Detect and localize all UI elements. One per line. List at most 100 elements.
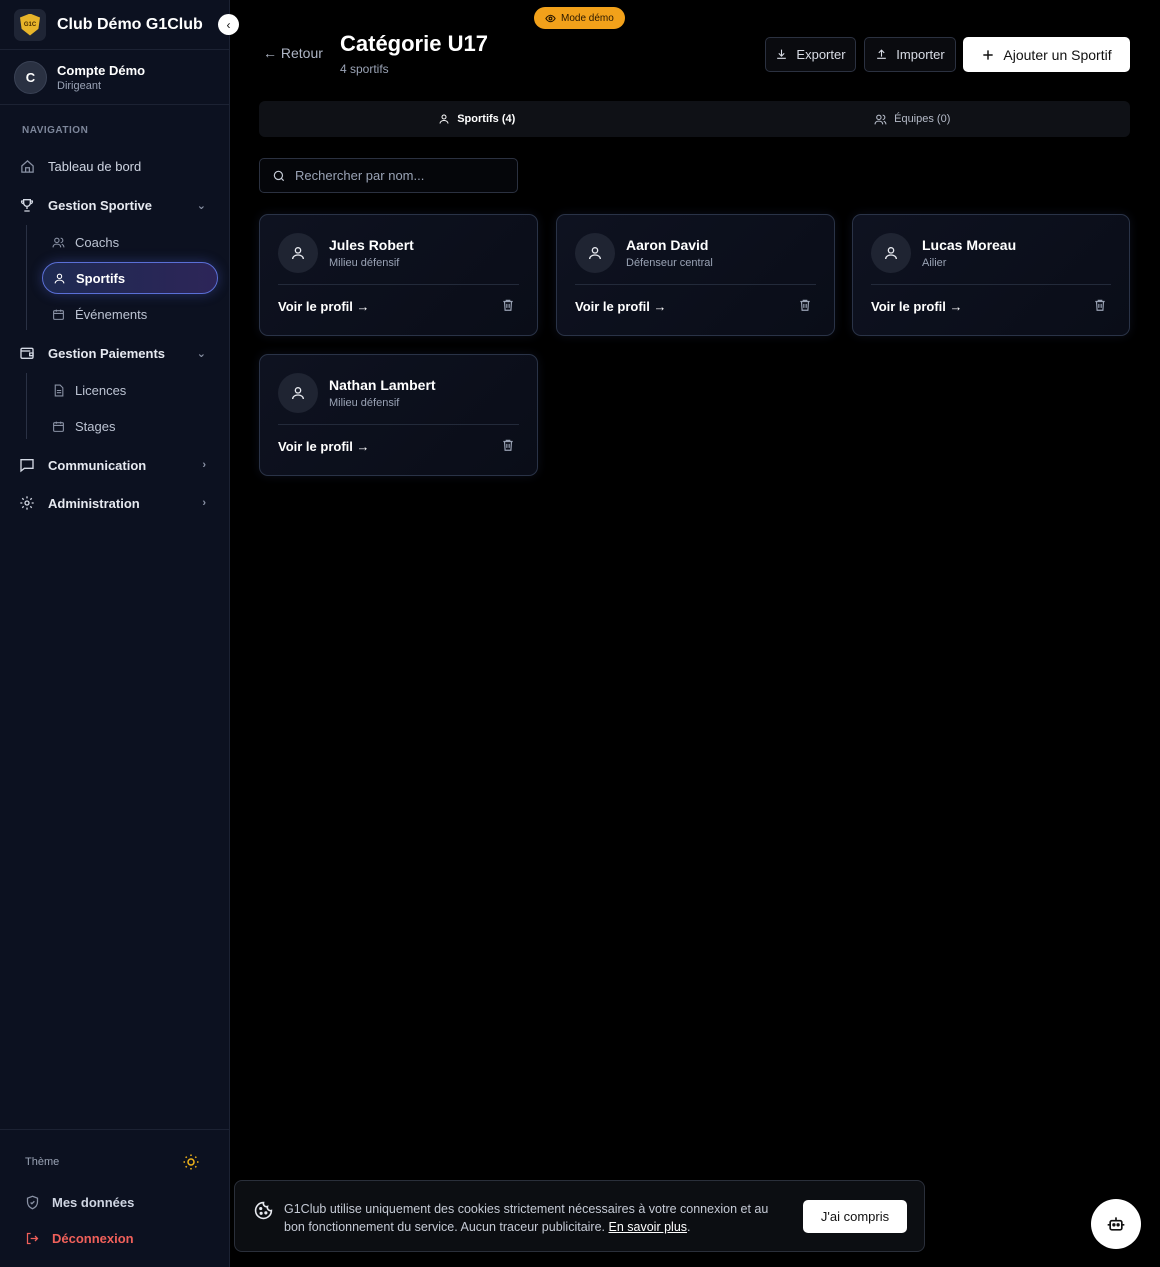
nav-section-title: NAVIGATION	[22, 125, 89, 136]
tab-athletes[interactable]: Sportifs (4)	[259, 101, 695, 137]
sidebar-item-label: Coachs	[75, 234, 120, 250]
tab-label: Sportifs (4)	[457, 113, 516, 125]
player-position: Défenseur central	[626, 257, 713, 269]
user-icon	[438, 113, 450, 125]
account-info[interactable]: C Compte Démo Dirigeant	[0, 50, 229, 105]
chevron-down-icon: ⌄	[196, 199, 206, 212]
sidebar-item-camps[interactable]: Stages	[42, 410, 218, 442]
theme-row: Thème	[25, 1153, 200, 1171]
learn-more-link[interactable]: En savoir plus	[609, 1220, 688, 1234]
cookie-icon	[254, 1201, 273, 1225]
users-icon	[51, 235, 65, 249]
chevron-right-icon: ›	[202, 497, 206, 509]
view-profile-link[interactable]: Voir le profil →	[278, 439, 370, 454]
sidebar-item-administration[interactable]: Administration ›	[18, 487, 218, 519]
accept-cookies-button[interactable]: J'ai compris	[803, 1200, 907, 1233]
back-link[interactable]: ← Retour	[263, 45, 323, 61]
search-icon	[272, 169, 286, 183]
logout-icon	[25, 1231, 40, 1246]
cookie-text: G1Club utilise uniquement des cookies st…	[284, 1202, 769, 1234]
wallet-icon	[18, 344, 36, 362]
player-name: Aaron David	[626, 237, 709, 253]
sun-icon[interactable]	[182, 1153, 200, 1171]
brand-header: G1C Club Démo G1Club ‹	[0, 0, 239, 50]
plus-icon	[981, 48, 995, 62]
add-athlete-label: Ajouter un Sportif	[1003, 46, 1112, 63]
sidebar-item-events[interactable]: Événements	[42, 298, 218, 330]
my-data-link[interactable]: Mes données	[25, 1195, 134, 1210]
logout-link[interactable]: Déconnexion	[25, 1231, 134, 1246]
player-card: Lucas Moreau Ailier Voir le profil →	[852, 214, 1130, 336]
upload-icon	[875, 48, 888, 61]
submenu-line	[26, 225, 27, 330]
sidebar-item-label: Gestion Paiements	[48, 345, 166, 361]
player-card: Nathan Lambert Milieu défensif Voir le p…	[259, 354, 538, 476]
user-icon	[575, 233, 615, 273]
sidebar-item-label: Licences	[75, 382, 127, 398]
cookie-banner: G1Club utilise uniquement des cookies st…	[234, 1180, 925, 1252]
sidebar: G1C Club Démo G1Club ‹ C Compte Démo Dir…	[0, 0, 239, 1267]
sidebar-item-label: Stages	[75, 418, 116, 434]
player-position: Ailier	[922, 257, 947, 269]
users-icon	[874, 113, 887, 126]
view-profile-link[interactable]: Voir le profil →	[278, 299, 370, 314]
assistant-button[interactable]	[1091, 1199, 1141, 1249]
tab-bar: Sportifs (4) Équipes (0)	[259, 101, 1130, 137]
demo-mode-badge: Mode démo	[534, 7, 625, 29]
sidebar-item-label: Gestion Sportive	[48, 197, 153, 213]
document-icon	[51, 383, 65, 397]
message-icon	[18, 456, 36, 474]
trash-icon[interactable]	[501, 298, 515, 312]
robot-icon	[1106, 1214, 1126, 1234]
cookie-message: G1Club utilise uniquement des cookies st…	[284, 1202, 769, 1234]
sidebar-item-label: Événements	[75, 306, 148, 322]
view-profile-link[interactable]: Voir le profil →	[575, 299, 667, 314]
player-name: Jules Robert	[329, 237, 414, 253]
import-label: Importer	[896, 47, 945, 62]
sidebar-item-communication[interactable]: Communication ›	[18, 449, 218, 481]
club-logo: G1C	[14, 8, 46, 41]
sidebar-item-payments[interactable]: Gestion Paiements ⌄	[18, 337, 218, 369]
card-divider	[278, 284, 519, 285]
trash-icon[interactable]	[1093, 298, 1107, 312]
page-subtitle: 4 sportifs	[340, 62, 389, 76]
logout-label: Déconnexion	[52, 1231, 134, 1246]
download-icon	[775, 48, 788, 61]
shield-logo-icon: G1C	[20, 13, 40, 36]
club-name: Club Démo G1Club	[57, 15, 203, 33]
chevron-right-icon: ›	[202, 459, 206, 471]
account-name: Compte Démo	[57, 62, 146, 78]
view-profile-link[interactable]: Voir le profil →	[871, 299, 963, 314]
trash-icon[interactable]	[798, 298, 812, 312]
player-position: Milieu défensif	[329, 397, 400, 409]
sidebar-item-dashboard[interactable]: Tableau de bord	[18, 150, 218, 182]
demo-mode-label: Mode démo	[561, 12, 614, 24]
sidebar-item-athletes[interactable]: Sportifs	[42, 262, 218, 294]
eye-icon	[545, 13, 556, 24]
search-input[interactable]	[295, 168, 495, 183]
sidebar-item-label: Administration	[48, 495, 140, 511]
sidebar-item-coaches[interactable]: Coachs	[42, 226, 218, 258]
trash-icon[interactable]	[501, 438, 515, 452]
tab-label: Équipes (0)	[894, 113, 951, 125]
collapse-sidebar-button[interactable]: ‹	[218, 14, 239, 35]
chevron-down-icon: ⌄	[196, 347, 206, 360]
tab-teams[interactable]: Équipes (0)	[695, 101, 1131, 137]
home-icon	[18, 157, 36, 175]
add-athlete-button[interactable]: Ajouter un Sportif	[963, 37, 1130, 72]
search-box	[259, 158, 518, 193]
import-button[interactable]: Importer	[864, 37, 956, 72]
player-name: Nathan Lambert	[329, 377, 436, 393]
sidebar-item-sport-management[interactable]: Gestion Sportive ⌄	[18, 189, 218, 221]
export-button[interactable]: Exporter	[765, 37, 856, 72]
user-icon	[278, 233, 318, 273]
submenu-line	[26, 373, 27, 439]
sidebar-item-licences[interactable]: Licences	[42, 374, 218, 406]
sidebar-item-label: Tableau de bord	[48, 158, 142, 174]
card-divider	[871, 284, 1111, 285]
user-icon	[871, 233, 911, 273]
player-card: Aaron David Défenseur central Voir le pr…	[556, 214, 835, 336]
player-name: Lucas Moreau	[922, 237, 1017, 253]
trophy-icon	[18, 196, 36, 214]
user-icon	[52, 271, 66, 285]
